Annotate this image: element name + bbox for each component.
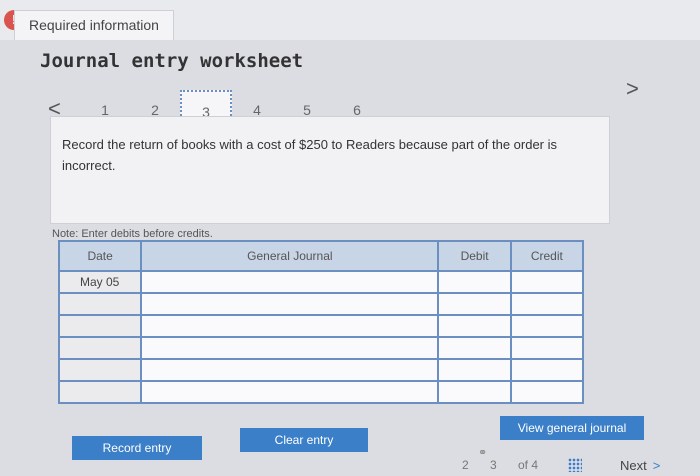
credit-input[interactable] <box>509 358 585 382</box>
account-input[interactable] <box>140 292 440 316</box>
account-input[interactable] <box>140 314 440 338</box>
table-row <box>57 380 585 404</box>
column-header-credit: Credit <box>509 240 585 272</box>
instruction-text: Record the return of books with a cost o… <box>62 137 558 173</box>
required-information-label: Required information <box>29 17 159 33</box>
journal-table: Date General Journal Debit Credit May 05 <box>57 240 585 404</box>
clear-entry-button[interactable]: Clear entry <box>240 428 368 452</box>
table-row <box>57 358 585 382</box>
chevron-right-icon: > <box>652 458 661 473</box>
table-row <box>57 292 585 316</box>
date-cell[interactable] <box>57 336 143 360</box>
credit-input[interactable] <box>509 380 585 404</box>
page-number-current[interactable]: 2 <box>462 458 469 472</box>
next-button[interactable]: Next > <box>620 458 660 473</box>
date-cell[interactable] <box>57 358 143 382</box>
date-cell[interactable] <box>57 292 143 316</box>
date-cell[interactable] <box>57 314 143 338</box>
page-of-label: of 4 <box>518 458 539 472</box>
debit-input[interactable] <box>437 270 512 294</box>
account-input[interactable] <box>140 336 440 360</box>
account-input[interactable] <box>140 270 440 294</box>
link-icon: ⚭ <box>478 447 488 459</box>
page-title: Journal entry worksheet <box>40 50 304 72</box>
page-number: 3 <box>490 458 497 472</box>
next-label: Next <box>620 458 647 473</box>
date-cell[interactable]: May 05 <box>57 270 143 294</box>
debit-input[interactable] <box>437 292 512 316</box>
debit-input[interactable] <box>437 380 512 404</box>
account-input[interactable] <box>140 358 440 382</box>
account-input[interactable] <box>140 380 440 404</box>
credit-input[interactable] <box>509 270 585 294</box>
record-entry-button[interactable]: Record entry <box>72 436 202 460</box>
credit-input[interactable] <box>509 314 585 338</box>
column-header-date: Date <box>57 240 143 272</box>
table-row: May 05 <box>57 270 585 294</box>
credit-input[interactable] <box>509 292 585 316</box>
credit-input[interactable] <box>509 336 585 360</box>
debit-input[interactable] <box>437 336 512 360</box>
grid-icon[interactable] <box>568 458 582 472</box>
table-row <box>57 336 585 360</box>
view-general-journal-button[interactable]: View general journal <box>500 416 644 440</box>
column-header-debit: Debit <box>437 240 512 272</box>
debit-input[interactable] <box>437 358 512 382</box>
required-information-tab[interactable]: Required information <box>14 10 174 42</box>
debit-input[interactable] <box>437 314 512 338</box>
date-cell[interactable] <box>57 380 143 404</box>
chevron-right-icon[interactable]: > <box>626 76 639 102</box>
table-row <box>57 314 585 338</box>
column-header-general-journal: General Journal <box>140 240 440 272</box>
journal-header-row: Date General Journal Debit Credit <box>57 240 585 272</box>
note-text: Note: Enter debits before credits. <box>52 228 213 240</box>
